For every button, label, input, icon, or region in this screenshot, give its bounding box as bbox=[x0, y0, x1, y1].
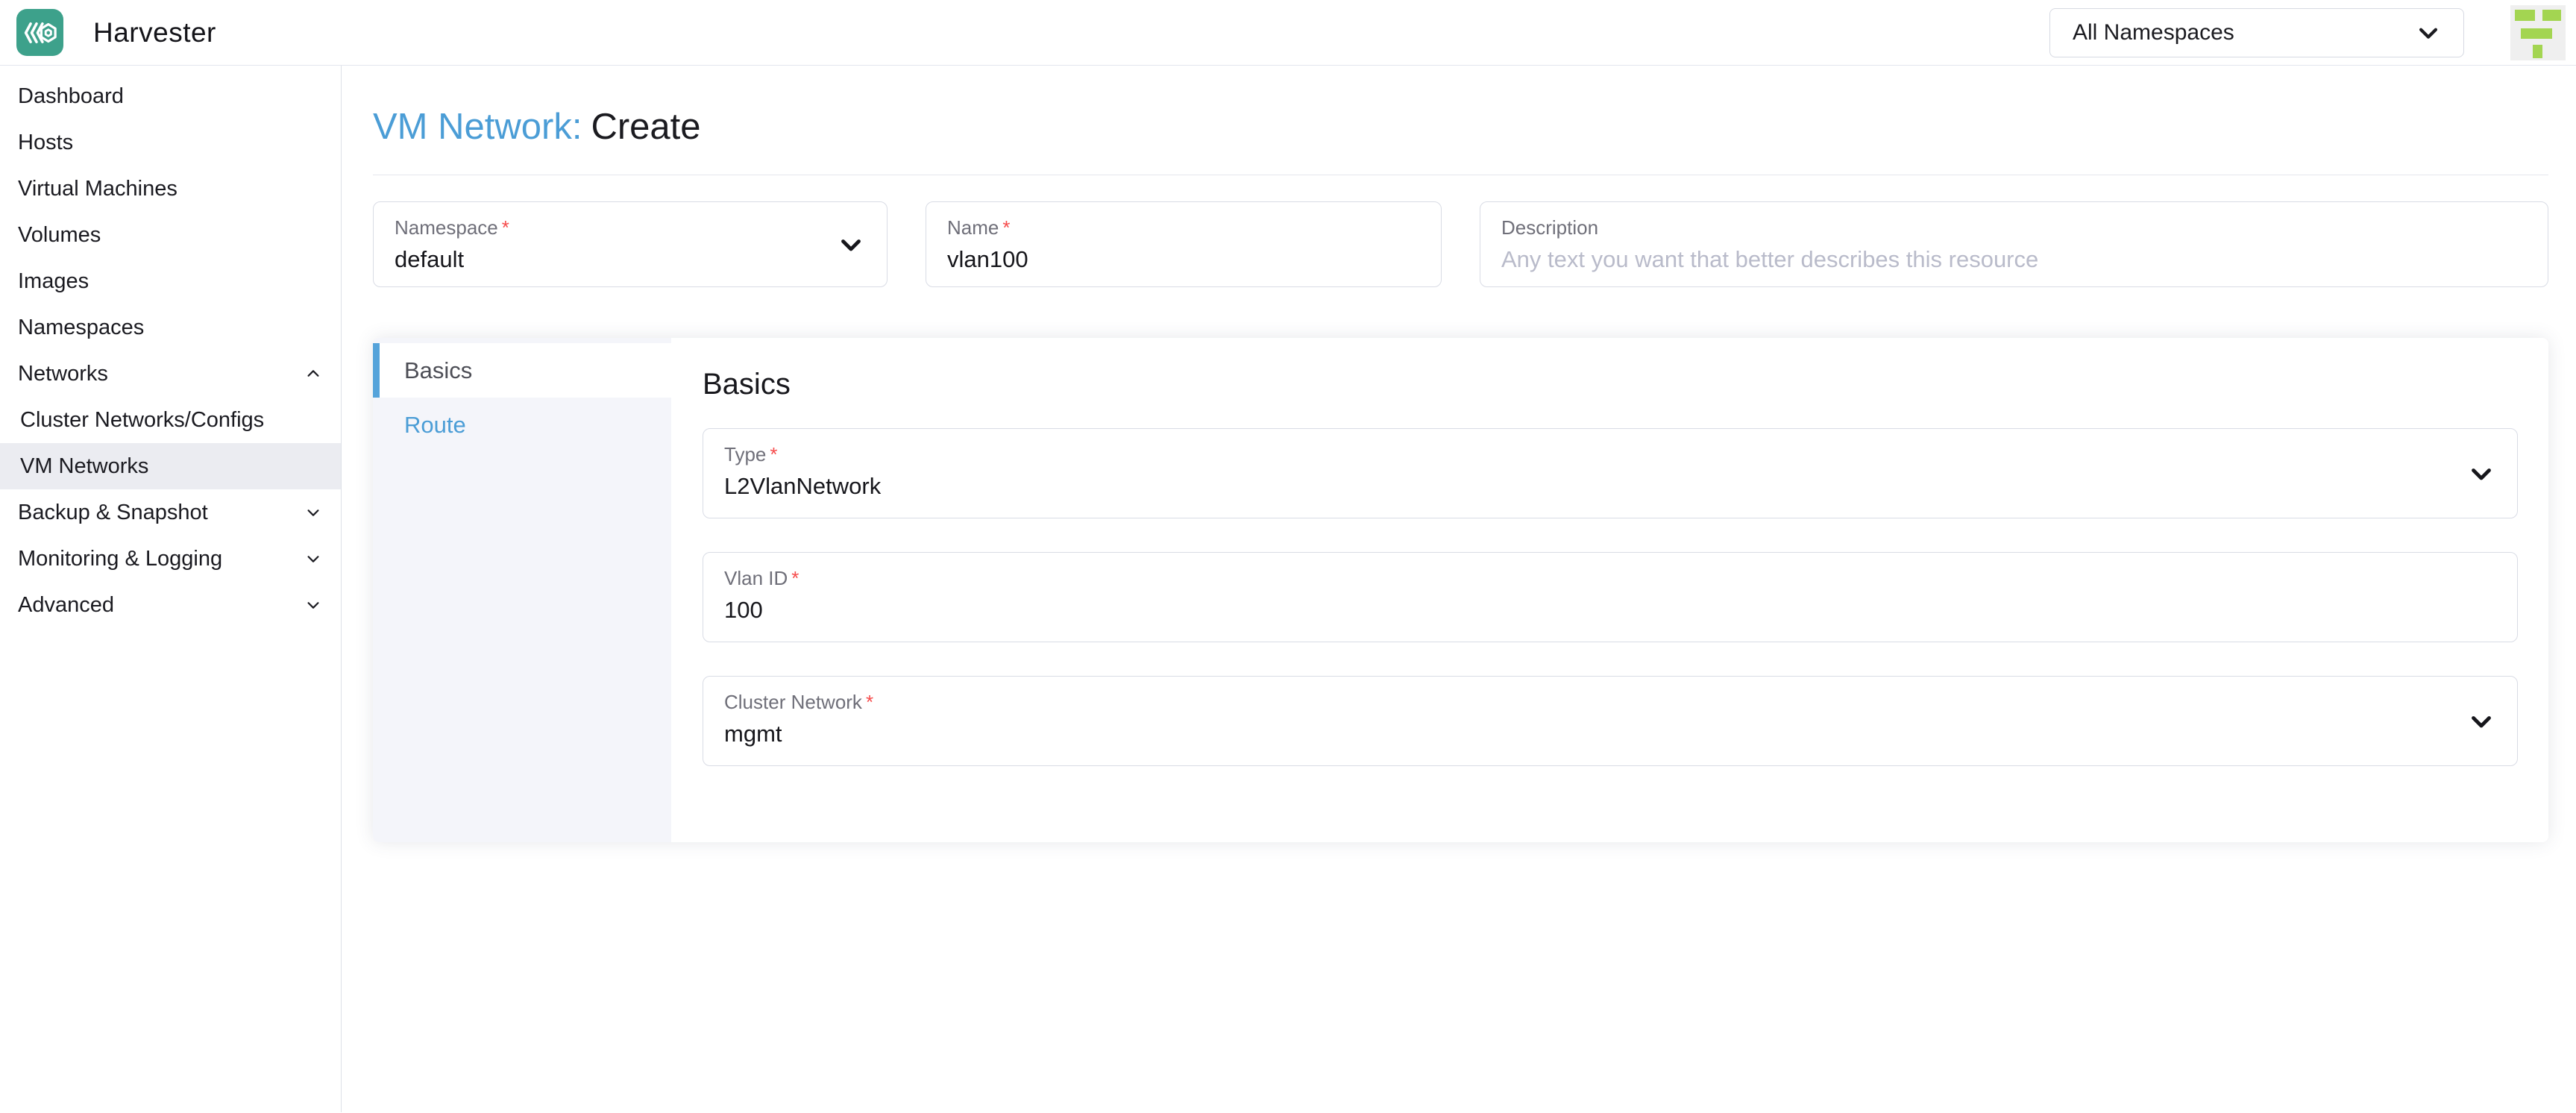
tab-basics[interactable]: Basics bbox=[373, 343, 671, 398]
avatar-pixel bbox=[2533, 45, 2542, 58]
tab-route[interactable]: Route bbox=[373, 398, 671, 452]
required-asterisk: * bbox=[1002, 216, 1010, 239]
avatar-pixel bbox=[2542, 10, 2561, 21]
cluster-network-label: Cluster Network* bbox=[724, 691, 2496, 714]
page-title-action: Create bbox=[591, 107, 700, 147]
page-title-resource: VM Network: bbox=[373, 107, 582, 147]
namespace-filter-value: All Namespaces bbox=[2073, 20, 2234, 46]
sidebar: Dashboard Hosts Virtual Machines Volumes… bbox=[0, 66, 342, 1112]
required-asterisk: * bbox=[770, 443, 777, 465]
name-label: Name* bbox=[947, 216, 1420, 239]
vlan-id-input[interactable] bbox=[724, 597, 2354, 624]
chevron-down-icon bbox=[2468, 708, 2495, 735]
sidebar-group-monitoring-logging[interactable]: Monitoring & Logging bbox=[0, 536, 341, 582]
tab-rail: Basics Route bbox=[373, 338, 671, 842]
required-asterisk: * bbox=[502, 216, 509, 239]
chevron-down-icon bbox=[2468, 460, 2495, 487]
chevron-down-icon bbox=[305, 551, 321, 567]
sidebar-item-cluster-networks-configs[interactable]: Cluster Networks/Configs bbox=[0, 397, 341, 443]
user-avatar[interactable] bbox=[2510, 5, 2566, 60]
top-bar: Harvester All Namespaces bbox=[0, 0, 2576, 66]
namespace-filter-select[interactable]: All Namespaces bbox=[2049, 8, 2464, 57]
sidebar-group-advanced[interactable]: Advanced bbox=[0, 582, 341, 628]
cluster-network-value: mgmt bbox=[724, 721, 2354, 747]
section-heading: Basics bbox=[703, 368, 2518, 401]
vlan-id-label: Vlan ID* bbox=[724, 567, 2496, 590]
chevron-down-icon bbox=[305, 504, 321, 521]
required-asterisk: * bbox=[791, 567, 799, 589]
avatar-pixel bbox=[2515, 10, 2535, 21]
harvester-logo-icon bbox=[16, 9, 63, 56]
main-content: VM Network:Create Namespace* default Nam… bbox=[342, 66, 2576, 1112]
brand-title: Harvester bbox=[93, 17, 216, 48]
sidebar-item-vm-networks[interactable]: VM Networks bbox=[0, 443, 341, 489]
metadata-form-row: Namespace* default Name* Description bbox=[373, 201, 2548, 287]
sidebar-item-hosts[interactable]: Hosts bbox=[0, 119, 341, 166]
description-field: Description bbox=[1480, 201, 2548, 287]
sidebar-item-namespaces[interactable]: Namespaces bbox=[0, 304, 341, 351]
sidebar-group-backup-snapshot[interactable]: Backup & Snapshot bbox=[0, 489, 341, 536]
sidebar-item-dashboard[interactable]: Dashboard bbox=[0, 73, 341, 119]
namespace-select[interactable]: Namespace* default bbox=[373, 201, 888, 287]
cluster-network-select[interactable]: Cluster Network* mgmt bbox=[703, 676, 2518, 766]
chevron-up-icon bbox=[305, 366, 321, 382]
tabbed-card: Basics Route Basics Type* L2VlanNetwork … bbox=[373, 338, 2548, 842]
name-input[interactable] bbox=[947, 246, 1382, 273]
type-label: Type* bbox=[724, 443, 2496, 466]
namespace-label: Namespace* bbox=[395, 216, 866, 239]
description-label: Description bbox=[1501, 216, 2527, 239]
page-title: VM Network:Create bbox=[373, 106, 2548, 148]
description-input[interactable] bbox=[1501, 246, 2445, 273]
namespace-value: default bbox=[395, 246, 828, 273]
chevron-down-icon bbox=[2416, 20, 2441, 46]
sidebar-item-images[interactable]: Images bbox=[0, 258, 341, 304]
sidebar-item-virtual-machines[interactable]: Virtual Machines bbox=[0, 166, 341, 212]
vlan-id-field: Vlan ID* bbox=[703, 552, 2518, 642]
type-value: L2VlanNetwork bbox=[724, 473, 2354, 500]
required-asterisk: * bbox=[866, 691, 873, 713]
chevron-down-icon bbox=[305, 597, 321, 613]
name-field: Name* bbox=[926, 201, 1442, 287]
sidebar-item-volumes[interactable]: Volumes bbox=[0, 212, 341, 258]
chevron-down-icon bbox=[838, 231, 864, 258]
tab-content-basics: Basics Type* L2VlanNetwork Vlan ID* Clus… bbox=[671, 338, 2548, 842]
sidebar-group-networks[interactable]: Networks bbox=[0, 351, 341, 397]
type-select[interactable]: Type* L2VlanNetwork bbox=[703, 428, 2518, 518]
avatar-pixel bbox=[2521, 28, 2552, 40]
